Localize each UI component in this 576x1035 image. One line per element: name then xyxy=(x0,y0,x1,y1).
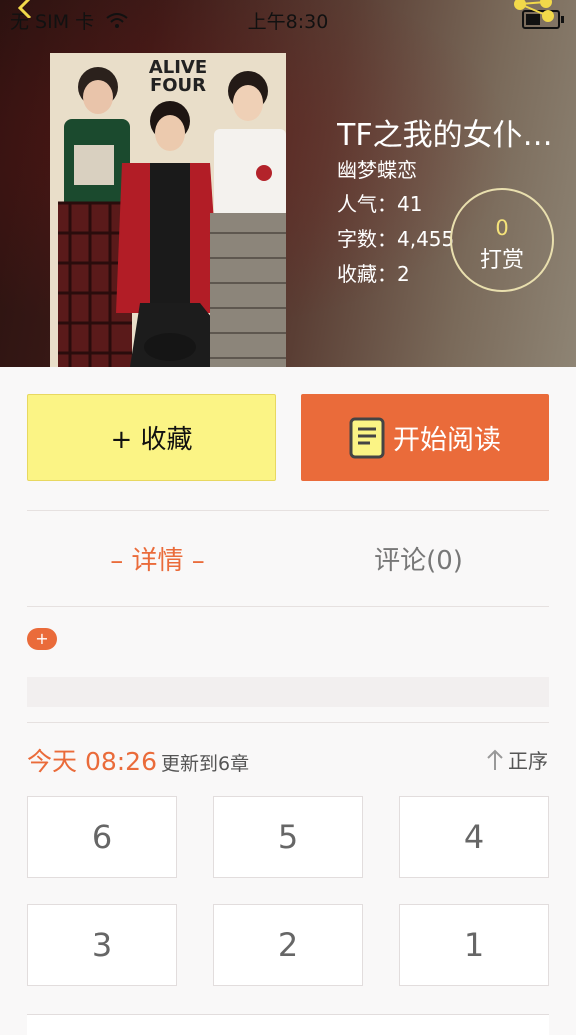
description-placeholder xyxy=(27,677,549,707)
next-row-partial xyxy=(27,1014,549,1035)
favorites-stat: 收藏：2 xyxy=(337,262,410,286)
book-cover[interactable]: ALIVE FOUR xyxy=(50,53,286,367)
tab-comments[interactable]: 评论(0) xyxy=(288,540,549,577)
reward-label: 打赏 xyxy=(479,248,524,273)
book-icon xyxy=(349,417,385,458)
book-author[interactable]: 幽梦蝶恋 xyxy=(337,154,417,183)
add-favorite-label: + 收藏 xyxy=(110,425,193,455)
book-header: 无 SIM 卡 上午8:30 ALIVE FOUR TF之我的女仆… 幽梦蝶恋 … xyxy=(0,0,576,367)
cover-logo-line2: FOUR xyxy=(150,75,206,96)
cover-image: ALIVE FOUR xyxy=(50,53,286,367)
chapter-cell[interactable]: 1 xyxy=(399,904,549,986)
divider xyxy=(27,606,549,607)
update-chapter: 更新到6章 xyxy=(161,753,250,775)
start-reading-label: 开始阅读 xyxy=(393,425,501,456)
start-reading-button[interactable]: 开始阅读 xyxy=(301,394,549,481)
chapter-cell[interactable]: 5 xyxy=(213,796,363,878)
status-bar: 无 SIM 卡 上午8:30 xyxy=(0,0,576,36)
popularity-stat: 人气：41 xyxy=(337,192,423,216)
divider xyxy=(27,722,549,723)
sort-label: 正序 xyxy=(508,749,548,773)
chapter-cell[interactable]: 3 xyxy=(27,904,177,986)
add-favorite-button[interactable]: + 收藏 xyxy=(27,394,276,481)
divider xyxy=(27,510,549,511)
update-time: 今天 08:26 xyxy=(27,747,157,776)
arrow-up-icon xyxy=(487,749,503,770)
share-icon[interactable] xyxy=(512,0,556,24)
reward-count: 0 xyxy=(495,216,509,240)
back-arrow-icon[interactable] xyxy=(14,0,36,18)
reward-button[interactable]: 0 打赏 xyxy=(450,188,554,292)
update-info: 今天 08:26 更新到6章 xyxy=(27,742,249,778)
chapter-cell[interactable]: 4 xyxy=(399,796,549,878)
tab-detail[interactable]: – 详情 – xyxy=(27,540,288,577)
word-count-stat: 字数：4,455 xyxy=(337,227,455,251)
book-title: TF之我的女仆… xyxy=(337,118,553,153)
chapter-cell[interactable]: 6 xyxy=(27,796,177,878)
sort-toggle[interactable]: 正序 xyxy=(486,745,548,774)
expand-description-button[interactable]: + xyxy=(27,628,57,650)
chapter-cell[interactable]: 2 xyxy=(213,904,363,986)
status-time: 上午8:30 xyxy=(247,11,329,33)
